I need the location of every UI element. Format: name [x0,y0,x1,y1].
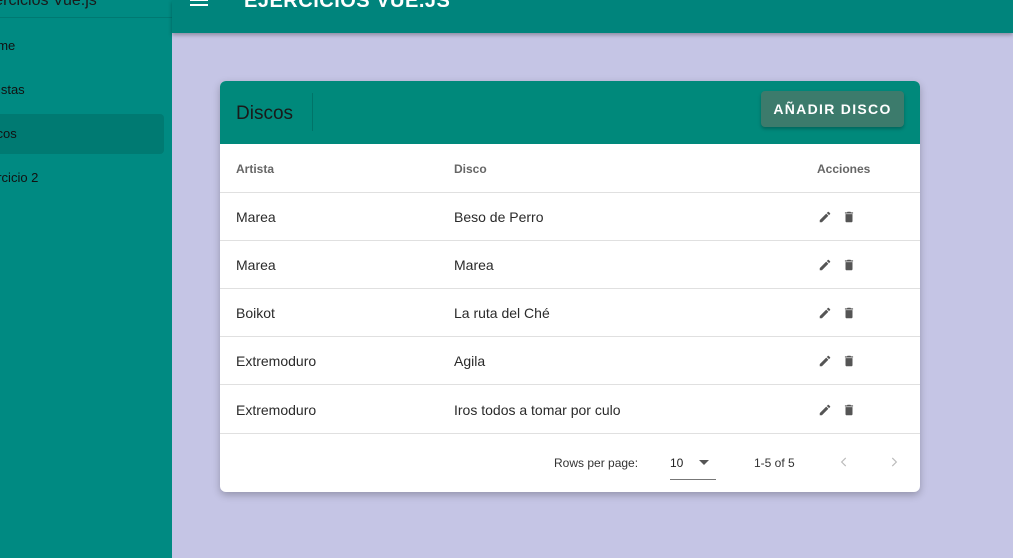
edit-icon[interactable] [818,306,832,320]
app-title: EJERCICIOS VUE.JS [244,0,451,12]
cell-album: Iros todos a tomar por culo [454,402,621,418]
sidebar-item-label: ercicio 2 [0,170,39,185]
card-header: Discos AÑADIR DISCO [220,81,920,144]
delete-icon[interactable] [842,403,856,417]
cell-artist: Extremoduro [236,353,317,369]
rows-per-page-value: 10 [670,456,684,470]
cell-artist: Marea [236,209,276,225]
sidebar-header: Ejercicios Vue.js [0,0,172,18]
sidebar-item-discos[interactable]: scos [0,114,164,154]
delete-icon[interactable] [842,306,856,320]
sidebar-item-home[interactable]: ome [0,26,164,66]
column-header-acciones: Acciones [817,162,871,176]
edit-icon[interactable] [818,258,832,272]
delete-icon[interactable] [842,210,856,224]
cell-album: La ruta del Ché [454,305,550,321]
edit-icon[interactable] [818,354,832,368]
delete-icon[interactable] [842,354,856,368]
edit-icon[interactable] [818,403,832,417]
hamburger-menu-icon[interactable] [190,0,210,8]
header-divider [312,93,313,131]
row-divider [220,384,920,385]
cell-artist: Boikot [236,305,275,321]
row-divider [220,336,920,337]
sidebar-item-label: scos [0,126,17,141]
app-bar: EJERCICIOS VUE.JS [172,0,1013,33]
rows-per-page-label: Rows per page: [554,456,639,470]
cell-album: Agila [454,353,486,369]
column-header-artista[interactable]: Artista [236,162,274,176]
caret-down-icon [699,460,709,465]
edit-icon[interactable] [818,210,832,224]
cell-artist: Extremoduro [236,402,317,418]
cell-artist: Marea [236,257,276,273]
add-disco-button[interactable]: AÑADIR DISCO [761,91,904,127]
sidebar-item-label: rtistas [0,82,25,97]
cell-album: Marea [454,257,494,273]
delete-icon[interactable] [842,258,856,272]
pagination-range: 1-5 of 5 [754,456,795,470]
sidebar-item-label: ome [0,38,16,53]
rows-per-page-select[interactable]: 10 [670,453,716,480]
sidebar-item-ejercicio-2[interactable]: ercicio 2 [0,158,164,198]
footer-divider [220,433,920,434]
column-header-disco[interactable]: Disco [454,162,487,176]
row-divider [220,288,920,289]
chevron-right-icon[interactable] [887,455,901,469]
sidebar: Ejercicios Vue.js ome rtistas scos ercic… [0,0,172,558]
sidebar-header-title: Ejercicios Vue.js [0,0,97,9]
header-divider-line [220,192,920,193]
chevron-left-icon[interactable] [837,455,851,469]
sidebar-item-artistas[interactable]: rtistas [0,70,164,110]
row-divider [220,240,920,241]
card-title: Discos [236,103,294,124]
discos-card: Discos AÑADIR DISCO Artista Disco Accion… [220,81,920,492]
cell-album: Beso de Perro [454,209,544,225]
